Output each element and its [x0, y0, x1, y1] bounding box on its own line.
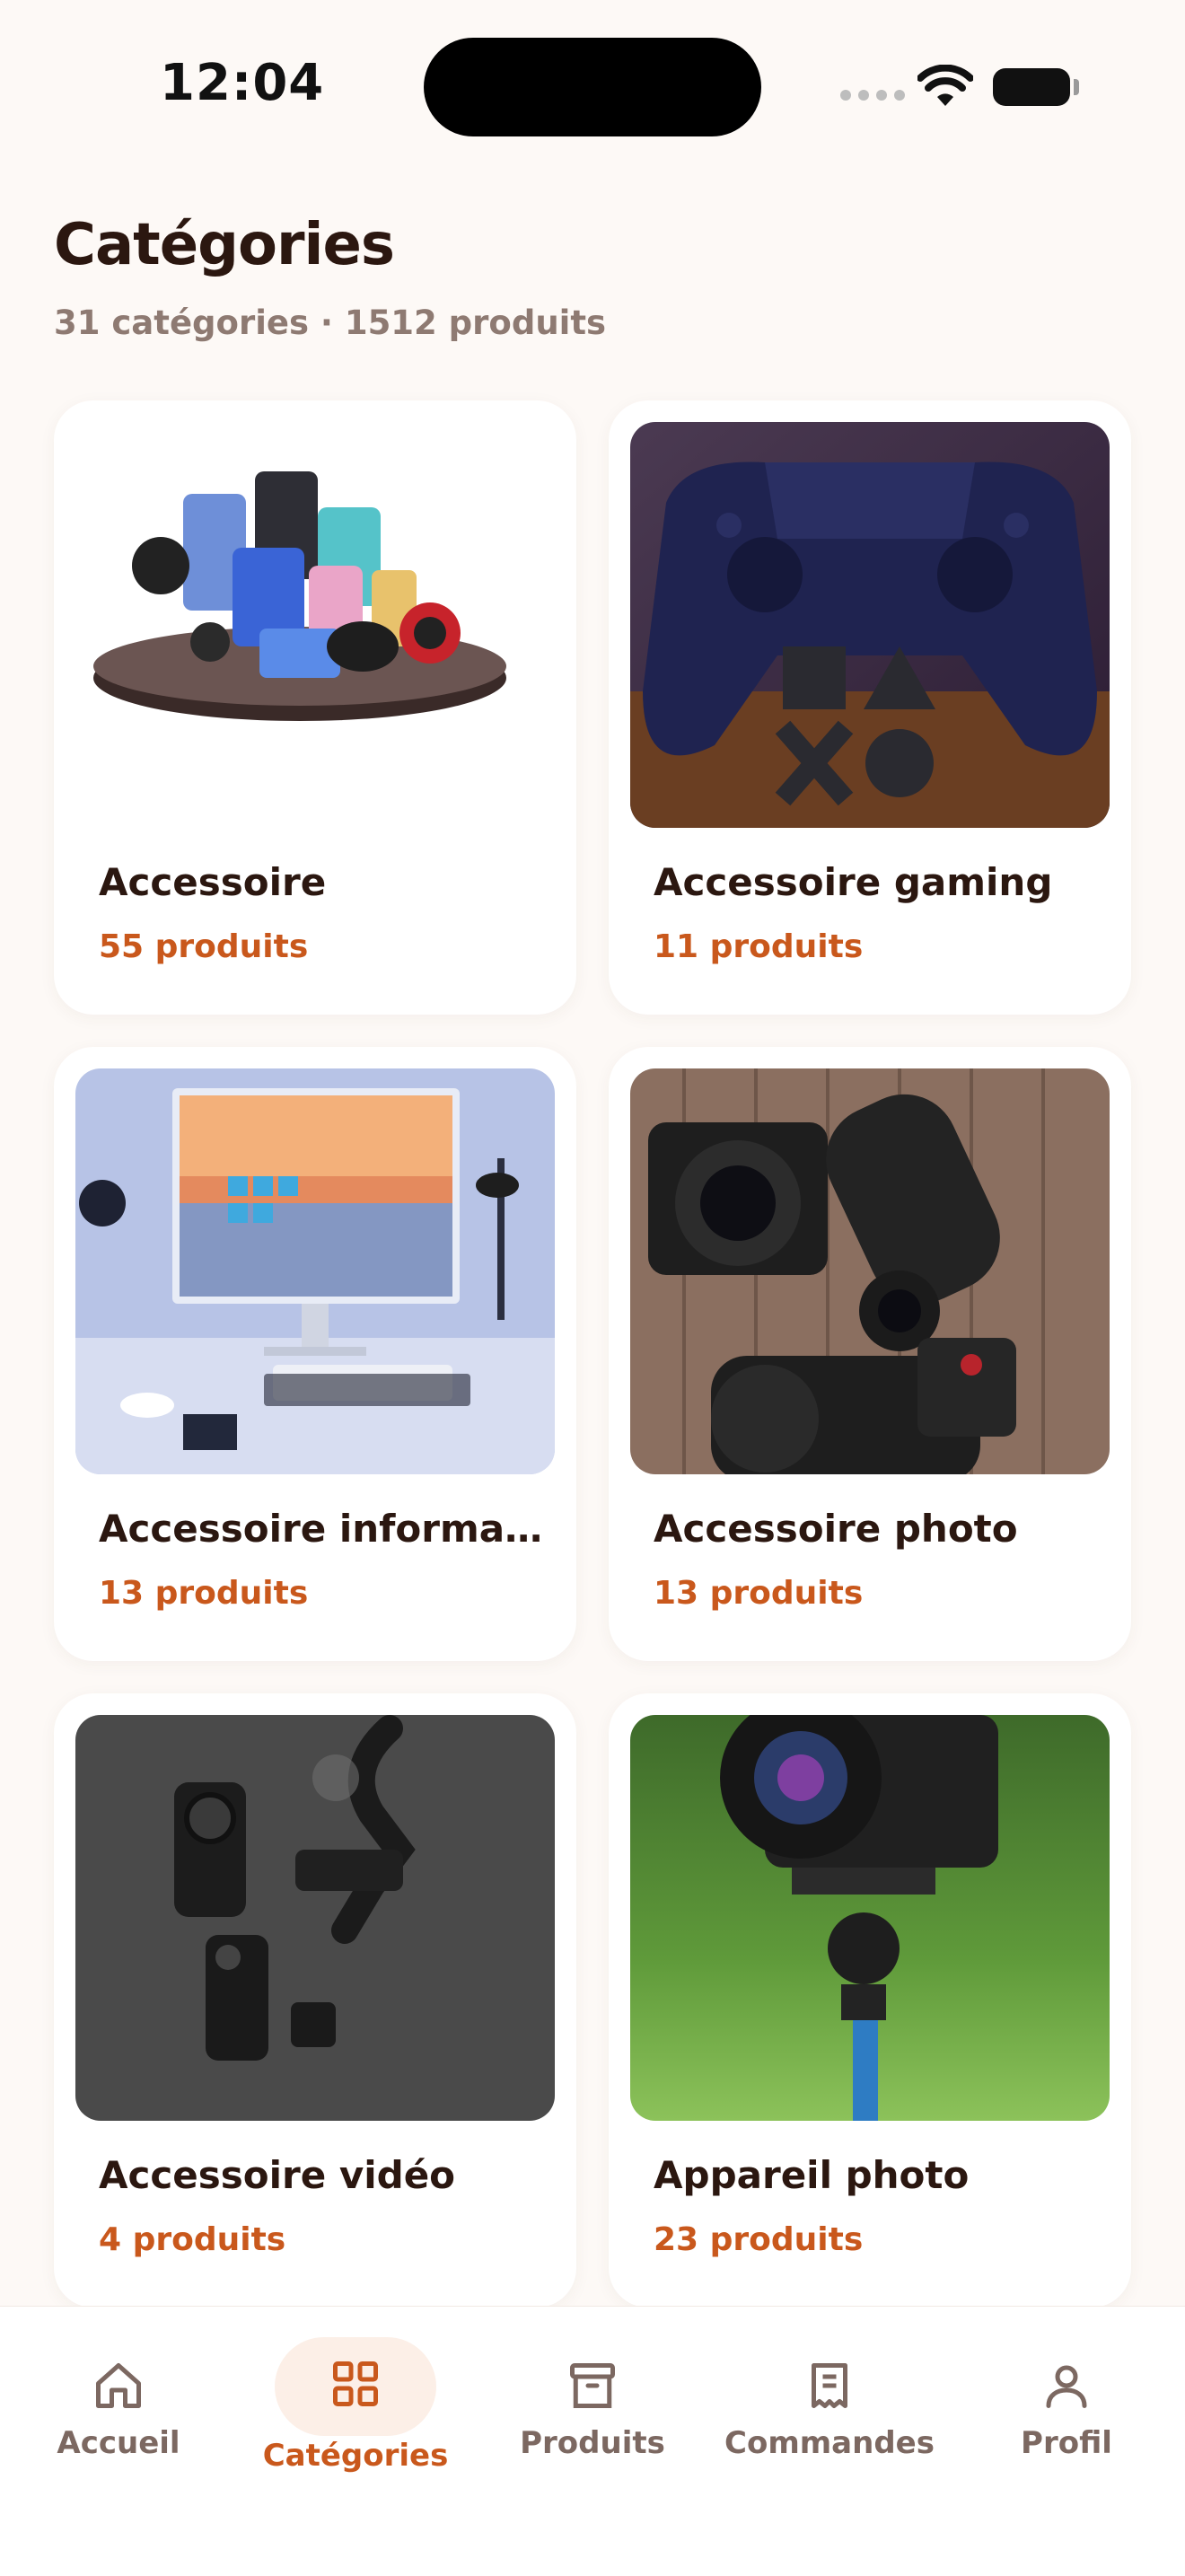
category-count: 4 produits [99, 2221, 286, 2258]
user-icon [1046, 2365, 1087, 2408]
category-count: 13 produits [99, 1575, 309, 1612]
category-count: 23 produits [654, 2221, 864, 2258]
category-name: Accessoire vidéo [99, 2153, 456, 2197]
tab-label: Profil [1021, 2425, 1112, 2461]
category-name: Accessoire informati... [99, 1507, 548, 1551]
tab-accueil[interactable]: Accueil [11, 2332, 226, 2475]
category-image [630, 1068, 1110, 1474]
category-card-accessoire-photo[interactable]: Accessoire photo 13 produits [609, 1047, 1131, 1661]
category-card-appareil-photo[interactable]: Appareil photo 23 produits [609, 1693, 1131, 2308]
tab-profil[interactable]: Profil [959, 2332, 1174, 2475]
tab-commandes[interactable]: Commandes [722, 2332, 937, 2475]
category-image [75, 1715, 555, 2121]
category-image [75, 1068, 555, 1474]
wifi-icon [917, 65, 973, 106]
category-card-accessoire-gaming[interactable]: Accessoire gaming 11 produits [609, 400, 1131, 1015]
page-title: Catégories [54, 212, 395, 278]
category-name: Accessoire gaming [654, 860, 1053, 904]
category-name: Accessoire photo [654, 1507, 1018, 1551]
cellular-signal-icon [840, 90, 905, 101]
category-card-accessoire[interactable]: Accessoire 55 produits [54, 400, 576, 1015]
status-time: 12:04 [160, 54, 325, 112]
category-count: 55 produits [99, 928, 309, 965]
category-card-accessoire-video[interactable]: Accessoire vidéo 4 produits [54, 1693, 576, 2308]
tab-bar: Accueil Catégories Produits Commandes Pr… [0, 2306, 1185, 2576]
receipt-icon [812, 2363, 847, 2408]
category-card-accessoire-informatique[interactable]: Accessoire informati... 13 produits [54, 1047, 576, 1661]
tab-label: Accueil [57, 2425, 180, 2461]
battery-cap [1074, 79, 1079, 95]
category-image [630, 1715, 1110, 2121]
tab-label: Catégories [262, 2438, 449, 2474]
status-bar: 12:04 [0, 0, 1185, 171]
category-count: 11 produits [654, 928, 864, 965]
tab-label: Commandes [724, 2425, 935, 2461]
tab-produits[interactable]: Produits [485, 2332, 700, 2475]
category-image [75, 422, 555, 828]
category-name: Appareil photo [654, 2153, 970, 2197]
tab-categories[interactable]: Catégories [233, 2332, 449, 2475]
battery-icon [993, 68, 1070, 106]
category-count: 13 produits [654, 1575, 864, 1612]
home-icon [96, 2363, 141, 2408]
category-image [630, 422, 1110, 828]
category-name: Accessoire [99, 860, 327, 904]
box-icon [570, 2363, 615, 2408]
dynamic-island [424, 38, 761, 136]
page-subtitle: 31 catégories · 1512 produits [54, 303, 607, 342]
grid-icon [333, 2361, 378, 2406]
tab-label: Produits [520, 2425, 665, 2461]
